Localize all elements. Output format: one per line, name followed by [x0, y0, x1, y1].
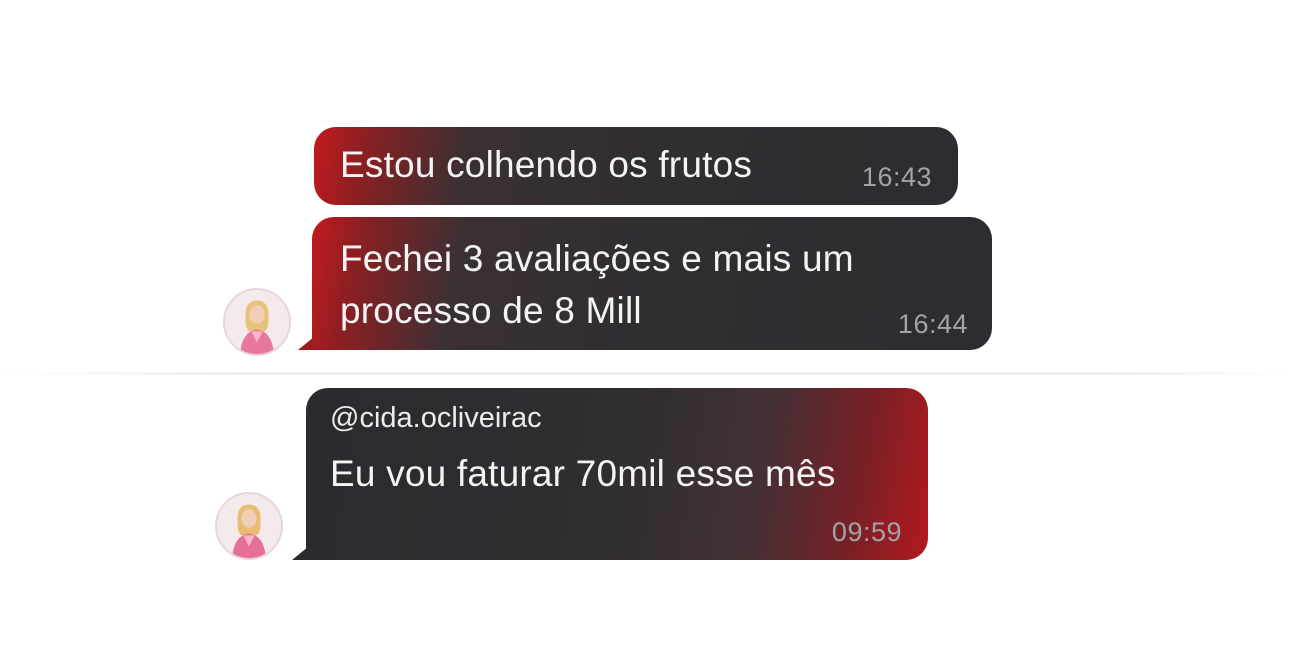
message-bubble-1[interactable]: Estou colhendo os frutos 16:43 — [314, 127, 958, 205]
message-time: 16:44 — [897, 309, 968, 339]
message-text: Estou colhendo os frutos — [340, 144, 753, 185]
message-time: 09:59 — [831, 517, 902, 547]
message-bubble-2[interactable]: Fechei 3 avaliações e mais um processo d… — [298, 217, 992, 350]
message-bubble-3[interactable]: @cida.ocliveirac Eu vou faturar 70mil es… — [292, 388, 928, 560]
message-time: 16:43 — [861, 162, 932, 192]
avatar-icon — [217, 494, 281, 558]
message-text: Eu vou faturar 70mil esse mês — [330, 453, 836, 494]
message-text: Fechei 3 avaliações e mais um processo d… — [340, 238, 854, 331]
user-avatar[interactable] — [215, 492, 283, 560]
avatar-icon — [225, 290, 289, 354]
message-divider — [0, 372, 1290, 375]
sender-username[interactable]: @cida.ocliveirac — [330, 402, 542, 435]
user-avatar[interactable] — [223, 288, 291, 356]
